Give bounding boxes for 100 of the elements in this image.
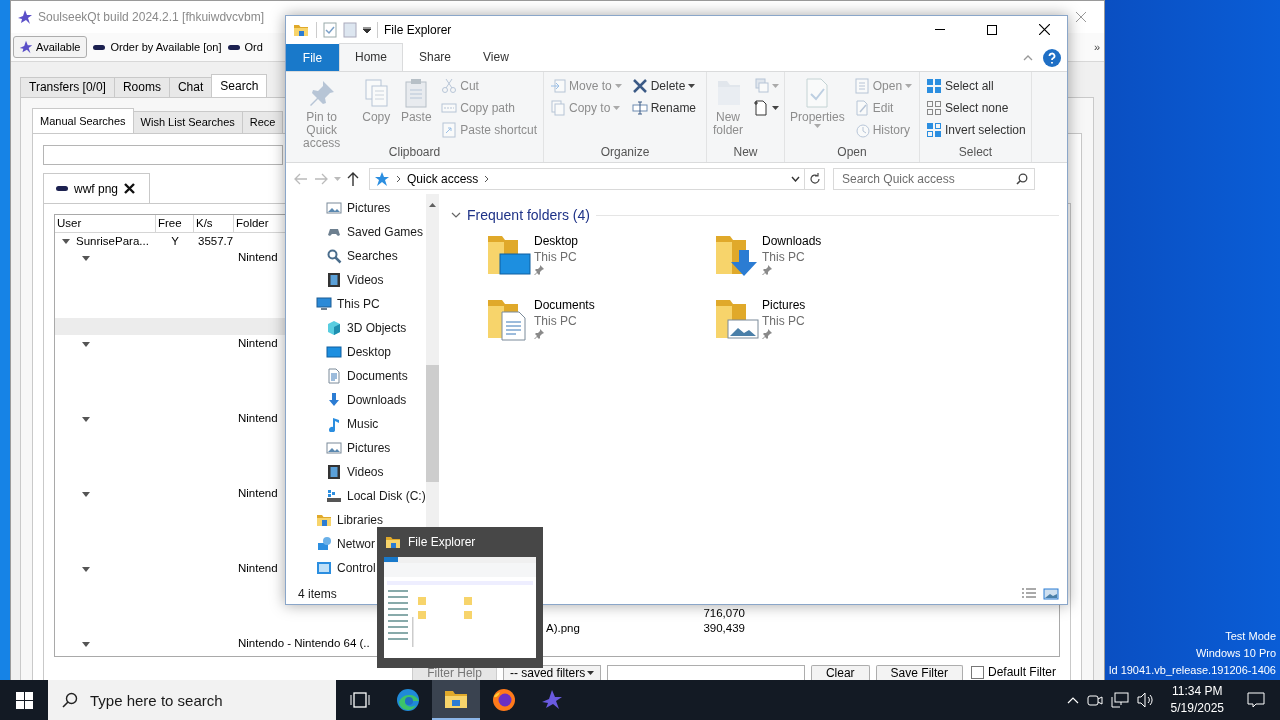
refresh-button[interactable] bbox=[805, 167, 825, 190]
table-cell: Nintendo - Nintendo 64 (.. bbox=[238, 636, 370, 649]
file-menu-button[interactable]: File bbox=[286, 44, 339, 71]
large-icons-view-icon[interactable] bbox=[1043, 586, 1059, 601]
chevron-up-icon[interactable] bbox=[1066, 696, 1079, 704]
collapse-arrow-icon[interactable] bbox=[82, 255, 90, 261]
checkbox[interactable] bbox=[970, 665, 984, 679]
scroll-up-icon bbox=[429, 203, 436, 207]
folder-tile[interactable]: Desktop This PC bbox=[486, 230, 714, 294]
up-icon[interactable] bbox=[347, 171, 359, 186]
nav-item[interactable]: Videos bbox=[286, 460, 384, 484]
collapse-arrow-icon[interactable] bbox=[82, 416, 90, 422]
status-button[interactable]: Available bbox=[13, 36, 88, 58]
filter-button[interactable]: Save Filter bbox=[875, 665, 963, 680]
column-header[interactable]: Folder bbox=[234, 215, 285, 232]
network-icon bbox=[316, 536, 332, 552]
filter-field[interactable] bbox=[606, 665, 805, 680]
collapse-arrow-icon[interactable] bbox=[62, 238, 70, 244]
ribbon-button[interactable]: Select none bbox=[923, 97, 1029, 119]
collapse-arrow-icon[interactable] bbox=[82, 341, 90, 347]
film-icon bbox=[326, 464, 342, 480]
collapse-chevron-icon[interactable] bbox=[451, 212, 461, 218]
clock[interactable]: 11:34 PM 5/19/2025 bbox=[1162, 683, 1232, 717]
column-header[interactable]: Free bbox=[156, 215, 194, 232]
taskbar-button[interactable] bbox=[432, 680, 480, 720]
nav-item[interactable]: Local Disk (C:) bbox=[286, 484, 426, 508]
folder-tile[interactable]: Downloads This PC bbox=[714, 230, 942, 294]
control-panel-icon bbox=[316, 560, 332, 576]
search-field[interactable]: Search Quick access bbox=[833, 167, 1035, 190]
chevron-icon bbox=[396, 174, 401, 183]
section-title[interactable]: Frequent folders (4) bbox=[467, 207, 590, 223]
caret-icon[interactable] bbox=[363, 26, 371, 33]
open-icon bbox=[853, 78, 870, 94]
nav-item[interactable]: 3D Objects bbox=[286, 316, 407, 340]
result-tab[interactable]: wwf png bbox=[43, 173, 151, 203]
table-cell: Nintend bbox=[238, 411, 278, 424]
nav-item[interactable]: This PC bbox=[286, 292, 380, 316]
network-icon[interactable] bbox=[1110, 692, 1129, 708]
properties-icon[interactable] bbox=[323, 21, 337, 38]
tab[interactable]: Transfers [0/0] bbox=[20, 77, 115, 97]
ribbon-tab[interactable]: Home bbox=[339, 43, 403, 71]
select-none-icon bbox=[926, 100, 942, 116]
nav-item[interactable]: Networ bbox=[286, 532, 375, 556]
collapse-ribbon-icon[interactable] bbox=[1023, 54, 1033, 61]
nav-item[interactable]: Saved Games bbox=[286, 220, 424, 244]
close-icon[interactable] bbox=[124, 183, 136, 194]
search-field[interactable]: Type here to search bbox=[48, 680, 336, 720]
breadcrumb[interactable]: Quick access bbox=[407, 171, 479, 186]
ribbon-button[interactable]: Select all bbox=[923, 75, 1029, 97]
camera-icon[interactable] bbox=[1086, 693, 1103, 707]
nav-item[interactable]: Music bbox=[286, 412, 379, 436]
ribbon-button[interactable]: Rename bbox=[628, 97, 700, 119]
table-cell: 390,439 bbox=[703, 621, 745, 634]
nav-item[interactable]: Control bbox=[286, 556, 376, 580]
invert-selection-icon bbox=[926, 122, 942, 138]
toggle-button[interactable]: Order by Available [on] bbox=[93, 41, 222, 53]
collapse-arrow-icon[interactable] bbox=[82, 491, 90, 497]
folder-tile[interactable]: Pictures This PC bbox=[714, 294, 942, 358]
table-cell: SunrisePara... bbox=[76, 235, 149, 247]
tab[interactable]: Rooms bbox=[113, 77, 170, 97]
address-bar[interactable]: Quick access bbox=[369, 167, 805, 190]
toggle-button[interactable]: Ord bbox=[227, 41, 263, 53]
table-cell: A).png bbox=[546, 621, 580, 634]
ribbon-button[interactable]: Delete bbox=[628, 75, 700, 97]
overflow-button[interactable]: » bbox=[1093, 41, 1100, 53]
volume-icon[interactable] bbox=[1136, 692, 1155, 708]
column-header[interactable]: User bbox=[55, 215, 156, 232]
help-icon[interactable] bbox=[1043, 48, 1061, 67]
pill-icon bbox=[56, 185, 68, 192]
search-field[interactable] bbox=[43, 145, 283, 165]
nav-item[interactable]: Searches bbox=[286, 244, 398, 268]
ribbon-tab[interactable]: Share bbox=[403, 43, 468, 71]
tab[interactable]: Search bbox=[211, 74, 268, 97]
nav-item[interactable]: Downloads bbox=[286, 388, 407, 412]
drive-icon bbox=[326, 488, 342, 504]
nav-item[interactable]: Documents bbox=[286, 364, 408, 388]
filter-button[interactable]: Clear bbox=[810, 665, 870, 680]
table-cell: Nintend bbox=[238, 250, 278, 263]
copy-icon bbox=[550, 100, 566, 116]
ribbon-button[interactable]: Invert selection bbox=[923, 119, 1029, 141]
window-title: File Explorer bbox=[384, 22, 452, 37]
tab[interactable]: Chat bbox=[168, 77, 213, 97]
nav-item[interactable]: Videos bbox=[286, 268, 384, 292]
tab[interactable]: Rece bbox=[241, 111, 284, 133]
path-icon bbox=[441, 100, 458, 116]
tab[interactable]: Manual Searches bbox=[32, 108, 134, 133]
collapse-arrow-icon[interactable] bbox=[82, 566, 90, 572]
nav-item[interactable]: Libraries bbox=[286, 508, 384, 532]
dropdown-icon[interactable] bbox=[791, 175, 800, 182]
pin-icon bbox=[762, 265, 772, 275]
tab[interactable]: Wish List Searches bbox=[132, 111, 243, 133]
collapse-arrow-icon[interactable] bbox=[82, 641, 90, 647]
scroll-thumb[interactable] bbox=[426, 365, 439, 482]
desktop-icon bbox=[326, 344, 342, 360]
nav-item[interactable]: Pictures bbox=[286, 196, 391, 220]
column-header[interactable]: K/s bbox=[194, 215, 234, 232]
nav-item[interactable]: Pictures bbox=[286, 436, 391, 460]
folder-tile[interactable]: Documents This PC bbox=[486, 294, 714, 358]
ribbon-tab[interactable]: View bbox=[467, 43, 525, 71]
nav-item[interactable]: Desktop bbox=[286, 340, 392, 364]
